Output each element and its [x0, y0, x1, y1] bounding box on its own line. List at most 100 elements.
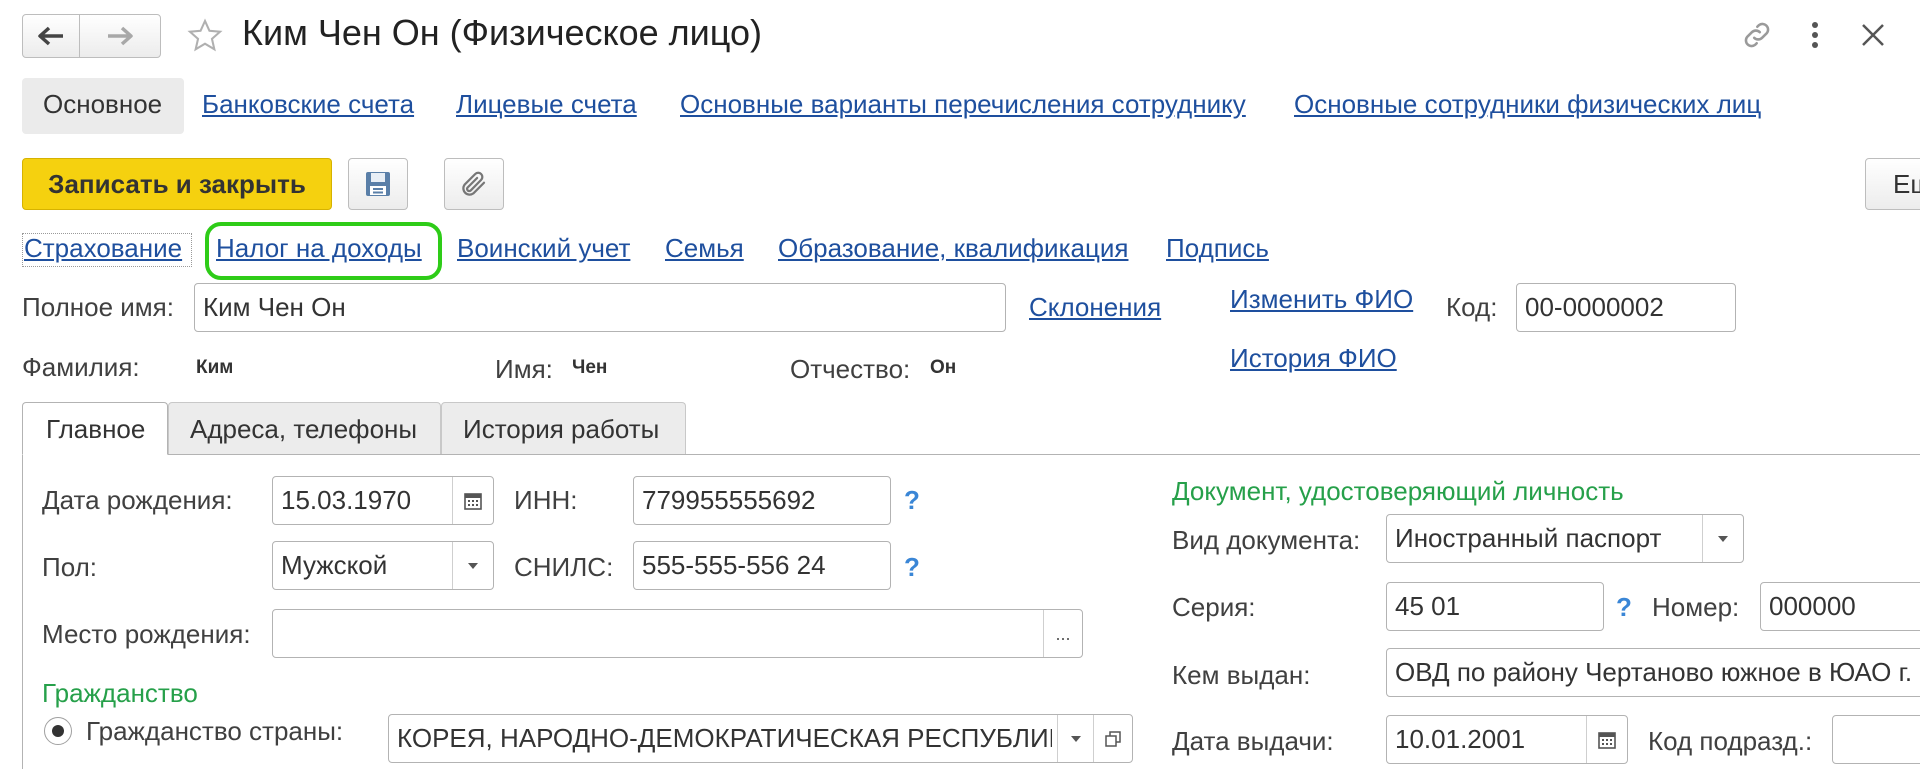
- inn-help-icon[interactable]: ?: [904, 485, 920, 516]
- number-label: Номер:: [1652, 592, 1740, 622]
- citizenship-section-header: Гражданство: [42, 678, 198, 708]
- citizenship-option-label: Гражданство страны:: [86, 716, 344, 746]
- declensions-link[interactable]: Склонения: [1029, 292, 1161, 323]
- inn-label: ИНН:: [514, 485, 578, 515]
- citizenship-dropdown-button[interactable]: [1057, 715, 1094, 762]
- snils-input[interactable]: 555-555-556 24: [633, 541, 891, 590]
- calendar-icon: [464, 492, 482, 510]
- dept-code-label: Код подразд.:: [1648, 726, 1813, 756]
- full-name-value: Ким Чен Он: [203, 292, 346, 322]
- citizenship-open-button[interactable]: [1093, 715, 1132, 762]
- series-label: Серия:: [1172, 592, 1256, 622]
- first-name-label: Имя:: [495, 354, 553, 384]
- paperclip-icon: [462, 171, 486, 196]
- issue-date-label: Дата выдачи:: [1172, 726, 1334, 756]
- open-form-icon: [1105, 730, 1121, 747]
- close-button[interactable]: [1856, 18, 1890, 52]
- chevron-down-icon: [468, 562, 478, 569]
- first-name-value: Чен: [572, 357, 608, 378]
- snils-help-icon[interactable]: ?: [904, 552, 920, 583]
- series-input[interactable]: 45 01: [1386, 582, 1604, 631]
- citizenship-select[interactable]: КОРЕЯ, НАРОДНО-ДЕМОКРАТИЧЕСКАЯ РЕСПУБЛИК…: [388, 714, 1133, 763]
- back-button[interactable]: [22, 14, 80, 58]
- attach-file-button[interactable]: [444, 158, 504, 210]
- inner-tab-work-history-label: История работы: [463, 414, 660, 444]
- snils-label: СНИЛС:: [514, 552, 614, 582]
- citizenship-radio[interactable]: [44, 717, 72, 745]
- patronymic-label: Отчество:: [790, 354, 911, 384]
- nav-tab-main-label: Основное: [43, 89, 163, 119]
- birth-place-input[interactable]: ...: [272, 609, 1083, 658]
- birth-date-label: Дата рождения:: [42, 485, 233, 515]
- calendar-button[interactable]: [452, 477, 493, 524]
- copy-link-button[interactable]: [1740, 18, 1774, 52]
- close-icon: [1862, 24, 1884, 46]
- floppy-disk-icon: [366, 172, 390, 196]
- full-name-input[interactable]: Ким Чен Он: [194, 283, 1006, 332]
- gender-label: Пол:: [42, 552, 97, 582]
- more-menu-button[interactable]: [1800, 18, 1830, 52]
- forward-button[interactable]: [79, 14, 161, 58]
- birth-place-label: Место рождения:: [42, 619, 251, 649]
- link-icon: [1744, 22, 1770, 48]
- issued-by-input[interactable]: ОВД по району Чертаново южное в ЮАО г. М…: [1386, 648, 1920, 697]
- section-signature[interactable]: Подпись: [1166, 233, 1269, 264]
- calendar-icon: [1598, 731, 1616, 749]
- section-insurance[interactable]: Страхование: [24, 233, 182, 264]
- surname-value: Ким: [196, 357, 234, 378]
- inner-tab-addresses-label: Адреса, телефоны: [190, 414, 418, 444]
- inner-tabs-baseline: [22, 454, 1920, 455]
- page-title: Ким Чен Он (Физическое лицо): [242, 12, 763, 53]
- section-education[interactable]: Образование, квалификация: [778, 233, 1128, 264]
- doc-type-select[interactable]: Иностранный паспорт: [1386, 514, 1744, 563]
- citizenship-value: КОРЕЯ, НАРОДНО-ДЕМОКРАТИЧЕСКАЯ РЕСПУБЛИК…: [397, 723, 1052, 753]
- doc-type-label: Вид документа:: [1172, 525, 1361, 555]
- document-section-header: Документ, удостоверяющий личность: [1172, 476, 1624, 506]
- change-fio-link[interactable]: Изменить ФИО: [1230, 284, 1413, 315]
- section-military[interactable]: Воинский учет: [457, 233, 630, 264]
- arrow-left-icon: [38, 26, 63, 46]
- nav-tab-personal-accounts[interactable]: Лицевые счета: [456, 89, 637, 120]
- doc-type-dropdown-button[interactable]: [1702, 515, 1743, 562]
- full-name-label: Полное имя:: [22, 292, 174, 322]
- save-button[interactable]: [348, 158, 408, 210]
- snils-value: 555-555-556 24: [642, 550, 826, 580]
- chevron-down-icon: [1718, 535, 1728, 542]
- nav-tab-bank-accounts[interactable]: Банковские счета: [202, 89, 414, 120]
- inn-input[interactable]: 779955555692: [633, 476, 891, 525]
- number-input[interactable]: 000000: [1760, 582, 1920, 631]
- save-and-close-button[interactable]: Записать и закрыть: [22, 158, 332, 210]
- issue-date-calendar-button[interactable]: [1586, 716, 1627, 763]
- ellipsis-icon: ...: [1055, 623, 1071, 644]
- series-help-icon[interactable]: ?: [1616, 592, 1632, 623]
- chevron-down-icon: [1071, 735, 1081, 742]
- code-input[interactable]: 00-0000002: [1516, 283, 1736, 332]
- birth-place-select-button[interactable]: ...: [1043, 610, 1082, 657]
- radio-selected-icon: [52, 725, 64, 737]
- issued-by-value: ОВД по району Чертаново южное в ЮАО г. М…: [1395, 657, 1920, 687]
- gender-dropdown-button[interactable]: [452, 542, 493, 589]
- nav-tab-payment-variants[interactable]: Основные варианты перечисления сотрудник…: [680, 89, 1246, 120]
- series-value: 45 01: [1395, 591, 1461, 621]
- section-family[interactable]: Семья: [665, 233, 744, 264]
- gender-select[interactable]: Мужской: [272, 541, 494, 590]
- code-value: 00-0000002: [1525, 292, 1664, 322]
- code-label: Код:: [1446, 292, 1498, 322]
- more-actions-label: Ещ: [1893, 168, 1920, 199]
- nav-tab-main-employees[interactable]: Основные сотрудники физических лиц: [1294, 89, 1761, 120]
- inner-tab-main-label: Главное: [46, 414, 146, 444]
- birth-date-input[interactable]: 15.03.1970: [272, 476, 494, 525]
- inn-value: 779955555692: [642, 485, 816, 515]
- save-and-close-label: Записать и закрыть: [48, 168, 306, 199]
- number-value: 000000: [1769, 591, 1856, 621]
- history-fio-link[interactable]: История ФИО: [1230, 343, 1397, 374]
- patronymic-value: Он: [930, 357, 957, 378]
- dept-code-input[interactable]: [1832, 715, 1920, 764]
- star-icon: [187, 18, 223, 52]
- favorite-star-icon[interactable]: [186, 17, 224, 55]
- section-income-tax[interactable]: Налог на доходы: [216, 233, 422, 264]
- issued-by-label: Кем выдан:: [1172, 660, 1311, 690]
- more-actions-button[interactable]: Ещ: [1865, 158, 1920, 210]
- issue-date-input[interactable]: 10.01.2001: [1386, 715, 1628, 764]
- inner-panel-left-border: [22, 454, 23, 769]
